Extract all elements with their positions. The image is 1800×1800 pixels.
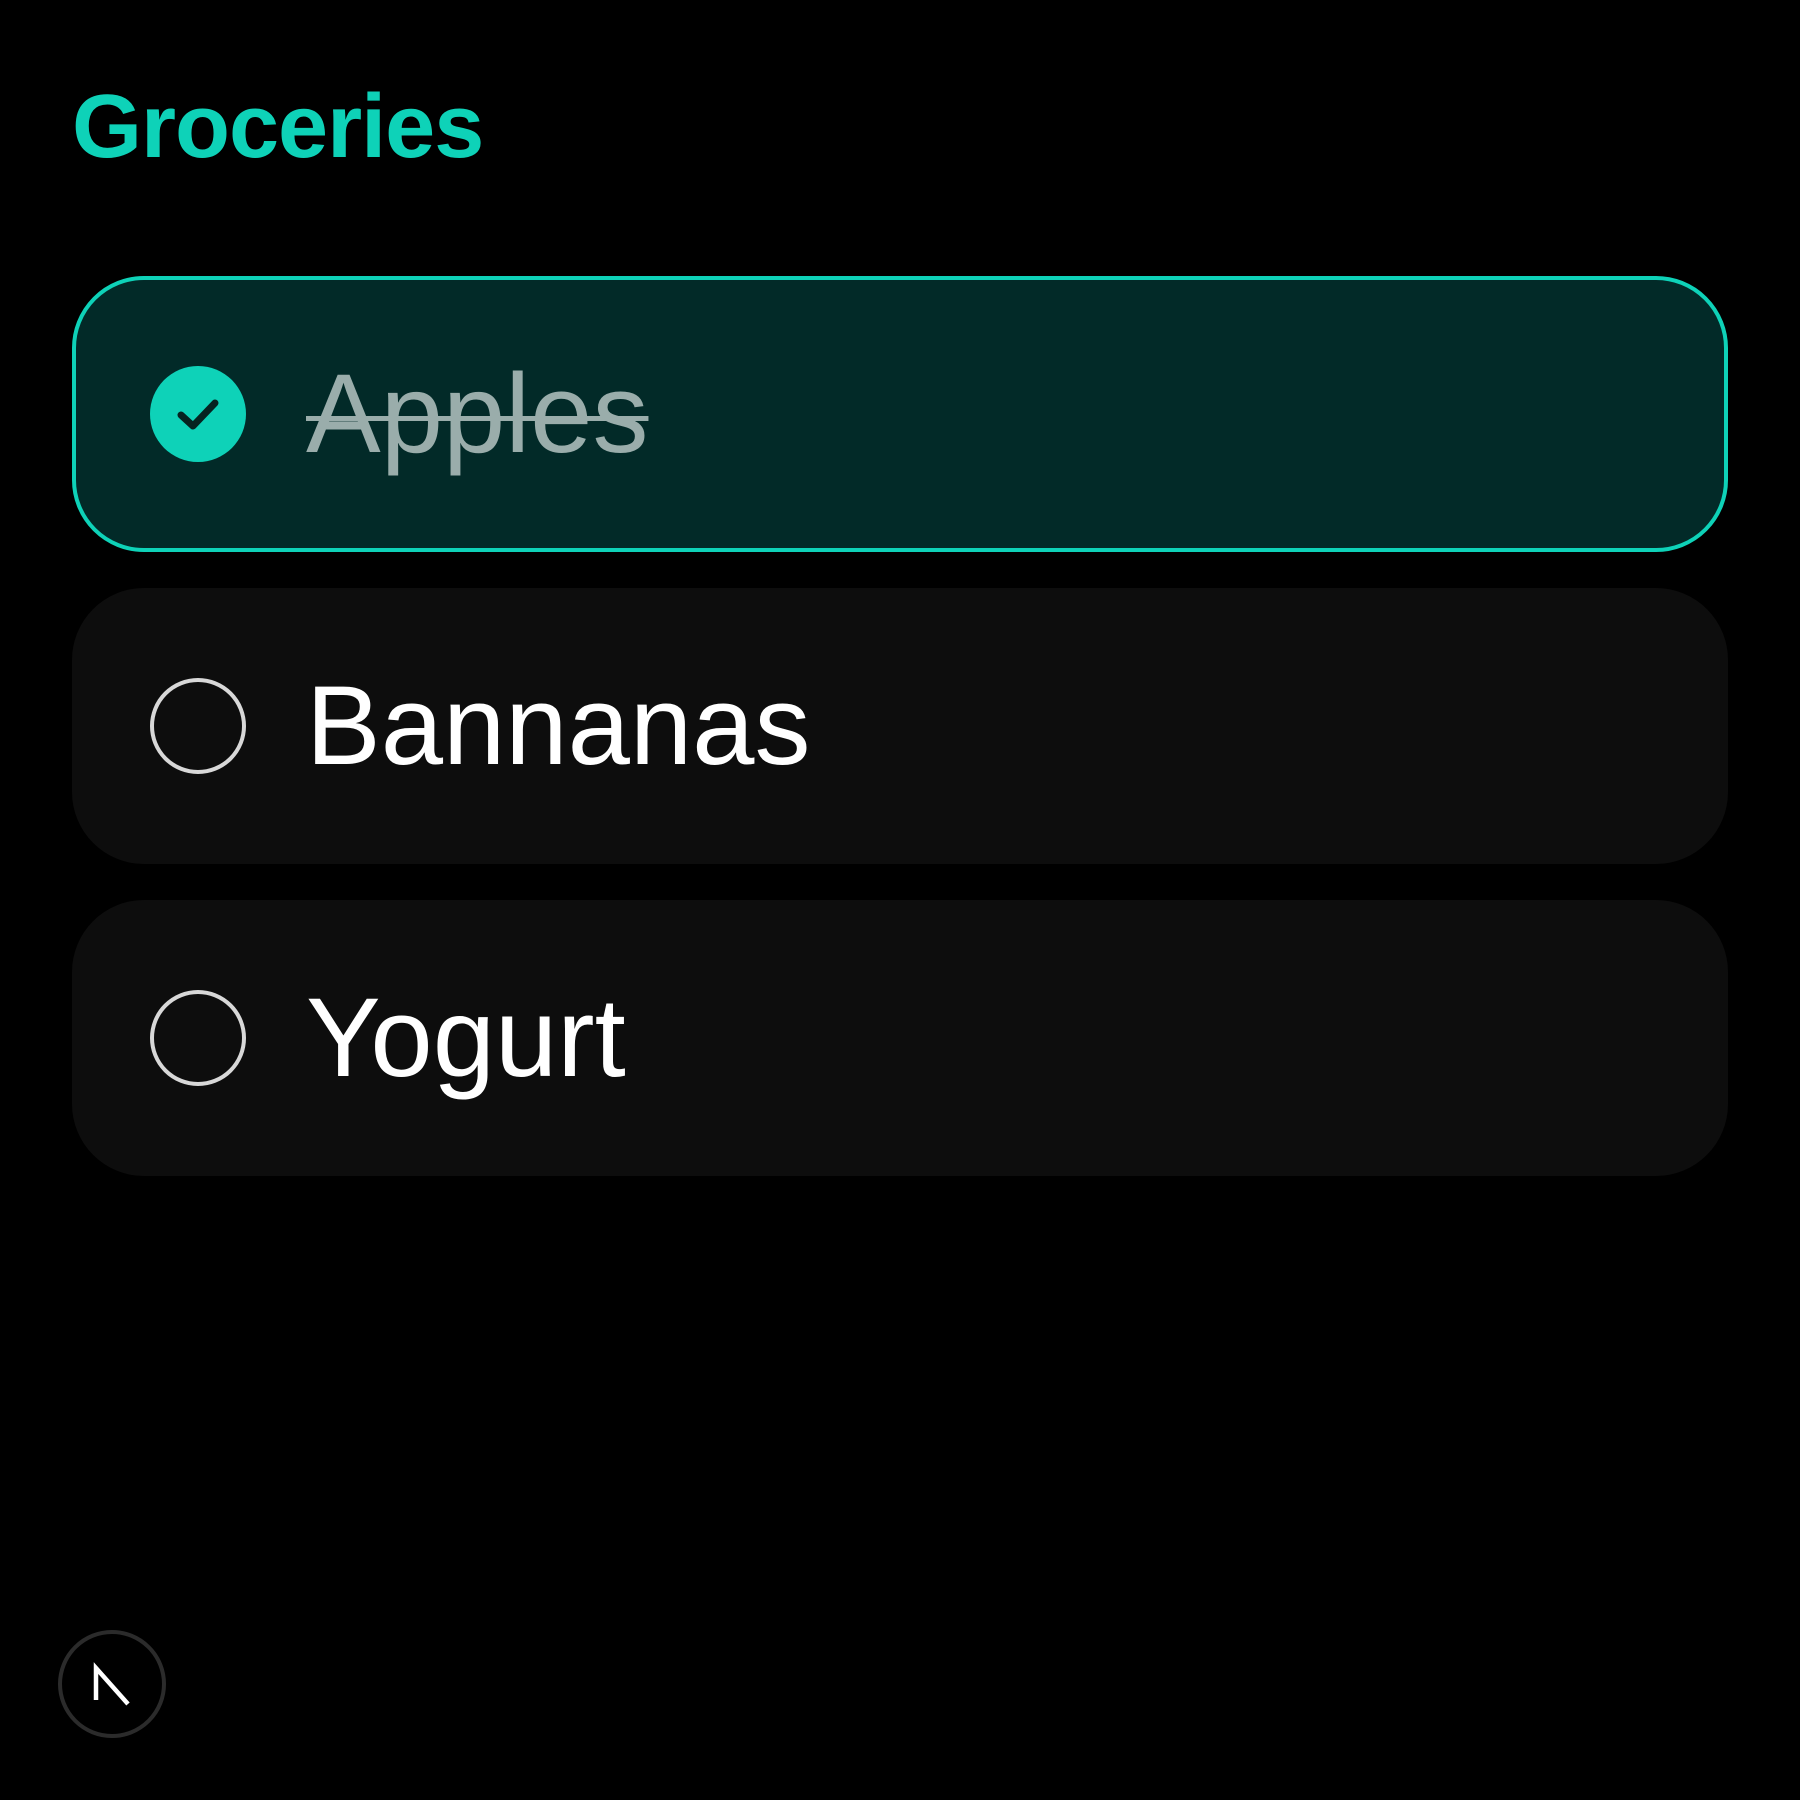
nextjs-logo-icon bbox=[93, 1662, 130, 1706]
empty-circle-icon[interactable] bbox=[150, 990, 246, 1086]
page-title: Groceries bbox=[72, 77, 484, 177]
todo-item-bannanas[interactable]: Bannanas bbox=[72, 588, 1728, 864]
todo-item-label: Bannanas bbox=[306, 663, 811, 788]
empty-circle-icon[interactable] bbox=[150, 678, 246, 774]
todo-item-label: Apples bbox=[306, 351, 649, 476]
todo-item-apples[interactable]: Apples bbox=[72, 276, 1728, 552]
nextjs-logo-badge[interactable] bbox=[58, 1630, 166, 1738]
todo-item-label: Yogurt bbox=[306, 975, 626, 1100]
todo-item-yogurt[interactable]: Yogurt bbox=[72, 900, 1728, 1176]
checked-circle-icon[interactable] bbox=[150, 366, 246, 462]
todo-list: Apples Bannanas Yogurt bbox=[72, 276, 1728, 1176]
